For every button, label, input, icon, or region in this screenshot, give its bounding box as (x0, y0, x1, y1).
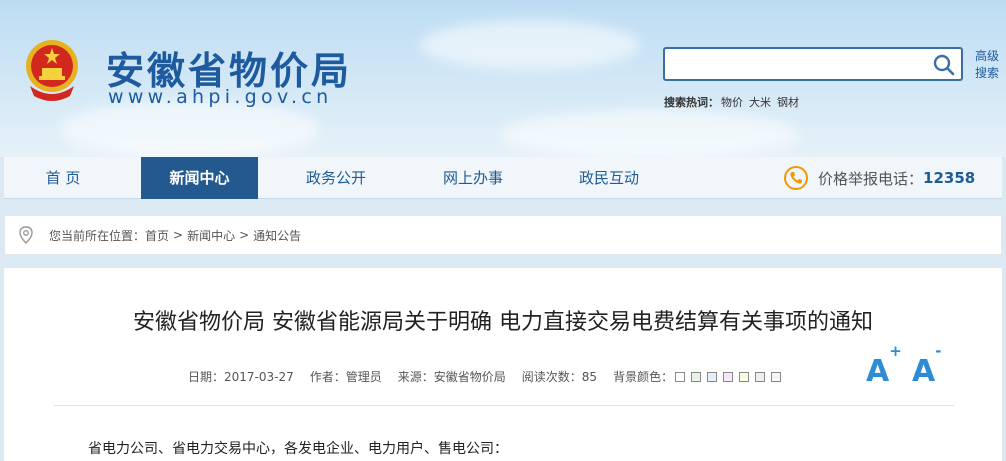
breadcrumb-separator: > (239, 228, 250, 242)
bg-color-swatch[interactable] (755, 371, 766, 382)
nav-item-online-service[interactable]: 网上办事 (414, 157, 532, 199)
site-header: 安徽省物价局 www.ahpi.gov.cn 高级搜索 搜索热词： 物价 大米 钢材 (0, 0, 1006, 157)
location-pin-icon (19, 226, 33, 244)
bg-color-swatch[interactable] (771, 371, 782, 382)
header-cloud (500, 110, 800, 157)
bg-color-swatch[interactable] (691, 371, 702, 382)
national-emblem-icon (26, 40, 78, 101)
article-meta: 日期：2017-03-27 作者：管理员 来源：安徽省物价局 阅读次数：85 背… (188, 368, 787, 385)
phone-number: 12358 (923, 169, 976, 187)
article-container: 安徽省物价局 安徽省能源局关于明确 电力直接交易电费结算有关事项的通知 日期：2… (4, 268, 1002, 461)
font-increase-sign: + (889, 342, 902, 360)
breadcrumb-separator: > (173, 228, 184, 242)
header-cloud (420, 20, 640, 70)
nav-item-interaction[interactable]: 政民互动 (550, 157, 668, 199)
breadcrumb: 您当前所在位置： 首页 > 新闻中心 > 通知公告 (4, 215, 1002, 255)
article-date: 日期：2017-03-27 (188, 370, 294, 384)
advanced-search-link[interactable]: 高级搜索 (975, 48, 1003, 82)
bg-color-swatch[interactable] (723, 371, 734, 382)
font-increase-button[interactable]: A+ (866, 342, 902, 389)
article-source: 来源：安徽省物价局 (397, 370, 506, 384)
bg-color-swatch[interactable] (675, 371, 686, 382)
meta-divider (54, 405, 954, 406)
article-author: 作者：管理员 (309, 370, 382, 384)
article-views: 阅读次数：85 (521, 370, 598, 384)
nav-item-home[interactable]: 首 页 (4, 157, 122, 199)
hot-words: 搜索热词： 物价 大米 钢材 (664, 94, 805, 110)
main-nav: 首 页 新闻中心 政务公开 网上办事 政民互动 价格举报电话： 12358 (4, 157, 1002, 199)
report-phone: 价格举报电话： 12358 (784, 157, 975, 199)
phone-label: 价格举报电话： (818, 169, 924, 188)
site-url[interactable]: www.ahpi.gov.cn (108, 86, 332, 108)
search-input[interactable] (665, 49, 927, 79)
nav-item-news[interactable]: 新闻中心 (141, 157, 258, 199)
font-decrease-button[interactable]: A- (912, 342, 941, 389)
bg-color-swatches (675, 371, 787, 382)
font-decrease-sign: - (935, 342, 942, 360)
breadcrumb-notices[interactable]: 通知公告 (253, 227, 301, 244)
hot-word[interactable]: 大米 (749, 96, 771, 109)
header-cloud (60, 100, 320, 157)
hot-word[interactable]: 物价 (721, 96, 743, 109)
font-decrease-letter: A (912, 354, 936, 389)
search-box (663, 47, 963, 81)
breadcrumb-home[interactable]: 首页 (145, 227, 169, 244)
hot-words-label: 搜索热词： (664, 96, 719, 109)
article-body-first-line: 省电力公司、省电力交易中心，各发电企业、电力用户、售电公司： (88, 441, 508, 457)
font-increase-letter: A (866, 354, 890, 389)
bg-color-swatch[interactable] (707, 371, 718, 382)
breadcrumb-prefix: 您当前所在位置： (49, 228, 146, 243)
bg-color-swatch[interactable] (739, 371, 750, 382)
nav-item-gov-affairs[interactable]: 政务公开 (277, 157, 395, 199)
article-title: 安徽省物价局 安徽省能源局关于明确 电力直接交易电费结算有关事项的通知 (133, 310, 873, 335)
hot-word[interactable]: 钢材 (777, 96, 799, 109)
bg-color-label: 背景颜色： (613, 370, 674, 384)
breadcrumb-news[interactable]: 新闻中心 (187, 227, 235, 244)
search-icon[interactable] (933, 54, 955, 76)
phone-icon (784, 166, 808, 190)
